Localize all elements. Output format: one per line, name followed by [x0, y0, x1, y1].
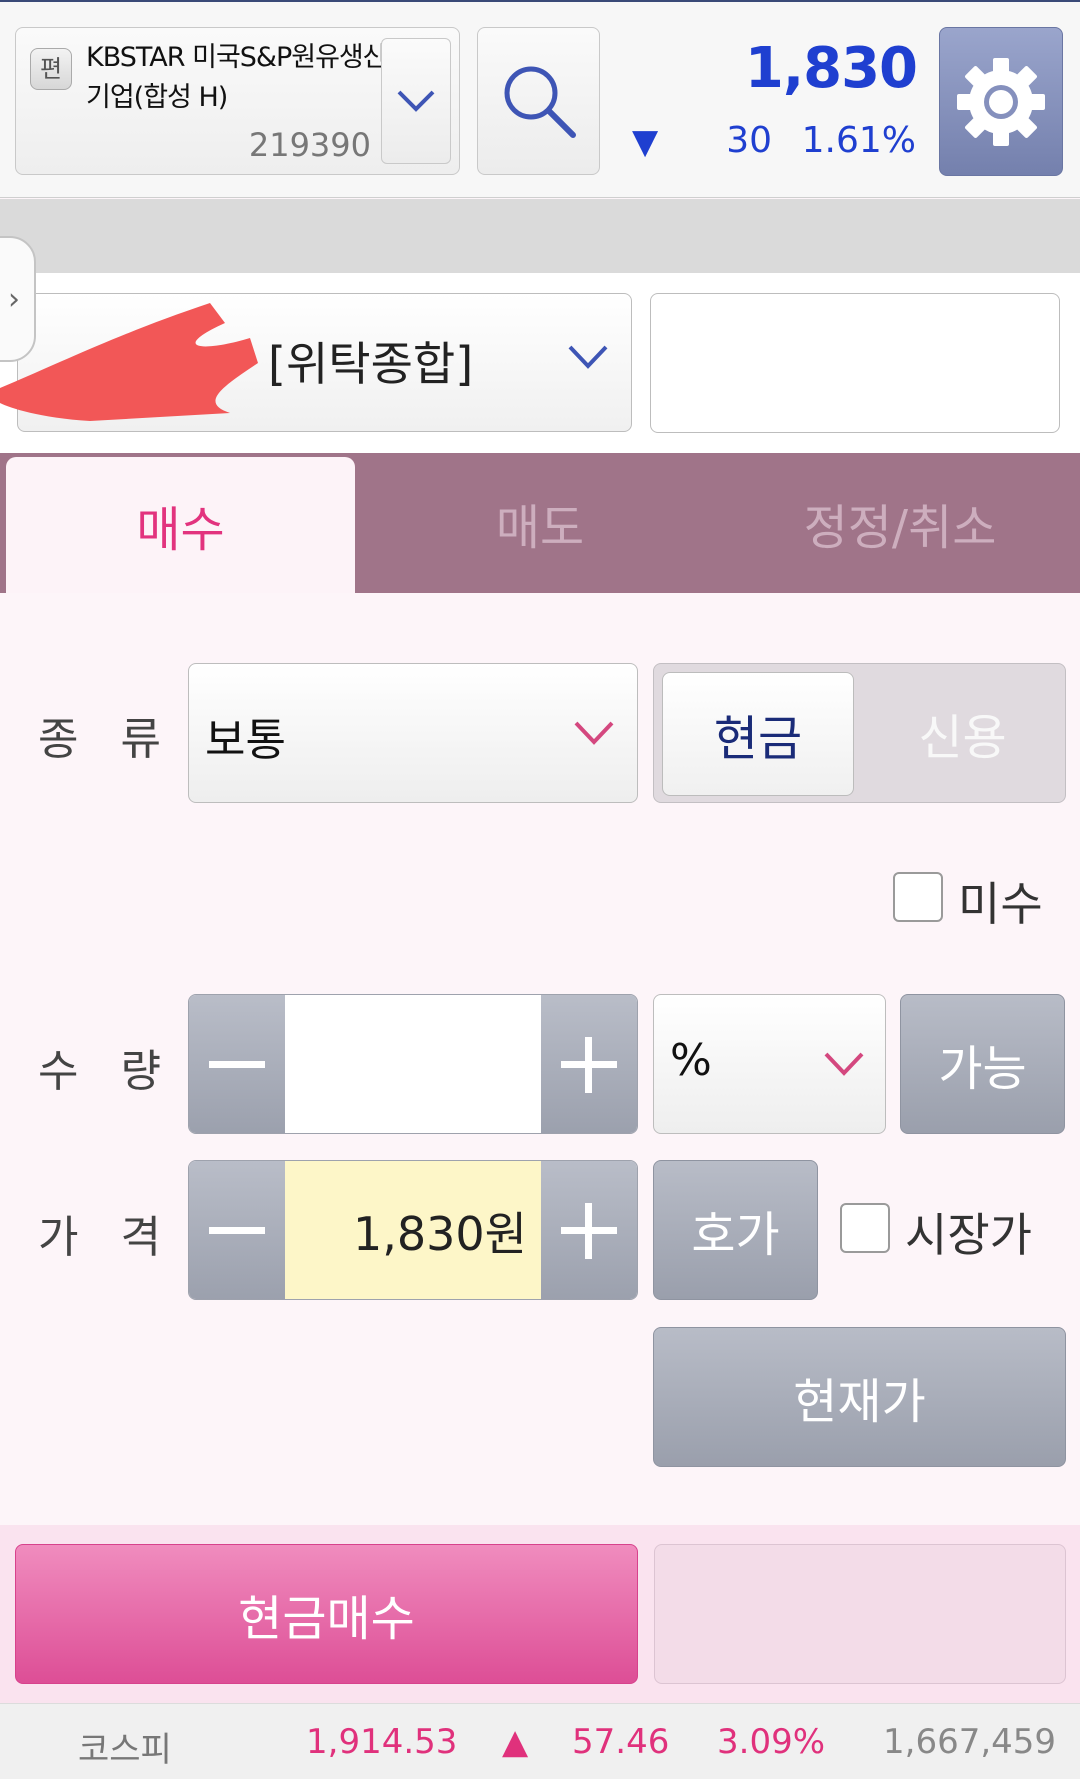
chevron-down-icon — [824, 1052, 864, 1076]
stock-code: 219390 — [248, 126, 371, 164]
tab-modify-cancel[interactable]: 정정/취소 — [720, 453, 1080, 593]
stock-dropdown-button[interactable] — [381, 38, 451, 164]
cash-option[interactable]: 현금 — [662, 672, 854, 796]
quantity-input[interactable] — [285, 995, 541, 1133]
spacer-band — [0, 199, 1080, 273]
current-price-button[interactable]: 현재가 — [653, 1327, 1066, 1467]
edit-badge[interactable]: 편 — [30, 48, 72, 90]
price-change-rate: 1.61% — [801, 120, 916, 161]
market-price-label: 시장가 — [905, 1208, 1032, 1262]
password-input[interactable] — [650, 293, 1060, 433]
stock-name: KBSTAR 미국S&P원유생산기업(합성 H) — [86, 42, 388, 113]
price-label: 가 격 — [38, 1212, 175, 1263]
chevron-down-icon — [574, 721, 614, 745]
side-panel-handle[interactable]: › — [0, 236, 36, 362]
price-down-arrow-icon: ▼ — [632, 122, 659, 162]
market-price-checkbox[interactable] — [840, 1203, 890, 1253]
price-minus-button[interactable] — [189, 1161, 285, 1299]
quantity-label: 수 량 — [38, 1046, 175, 1097]
cash-buy-button[interactable]: 현금매수 — [15, 1544, 638, 1684]
tab-buy[interactable]: 매수 — [6, 457, 355, 593]
chevron-right-icon: › — [8, 281, 20, 317]
minus-icon — [209, 1061, 265, 1068]
quantity-unit-select[interactable]: % — [653, 994, 886, 1134]
search-icon — [504, 66, 576, 138]
price-stepper: 1,830원 — [188, 1160, 638, 1300]
index-change: 57.46 — [572, 1722, 670, 1762]
kind-label: 종 류 — [38, 714, 175, 765]
hoga-button[interactable]: 호가 — [653, 1160, 818, 1300]
quantity-stepper — [188, 994, 638, 1134]
redaction-mark — [0, 303, 258, 421]
credit-option[interactable]: 신용 — [860, 664, 1065, 802]
index-rate: 3.09% — [717, 1722, 826, 1762]
quantity-unit-value: % — [670, 1035, 712, 1086]
order-kind-select[interactable]: 보통 — [188, 663, 638, 803]
stock-selector[interactable]: 편 KBSTAR 미국S&P원유생산기업(합성 H) 219390 — [15, 27, 460, 175]
market-index-bar[interactable]: 코스피 1,914.53 ▲ 57.46 3.09% 1,667,459 — [0, 1703, 1080, 1779]
order-kind-value: 보통 — [205, 715, 286, 766]
account-row: [위탁종합] — [0, 273, 1080, 453]
order-tabs: 매수 매도 정정/취소 — [0, 453, 1080, 593]
chevron-down-icon — [397, 90, 435, 112]
cash-credit-toggle: 현금 신용 — [653, 663, 1066, 803]
price-input[interactable]: 1,830원 — [285, 1161, 541, 1299]
stock-header: 편 KBSTAR 미국S&P원유생산기업(합성 H) 219390 1,830 … — [0, 0, 1080, 198]
gear-icon — [957, 57, 1045, 146]
chevron-down-icon — [568, 345, 608, 369]
index-volume: 1,667,459 — [883, 1722, 1057, 1762]
current-price: 1,830 — [744, 36, 918, 101]
index-value: 1,914.53 — [306, 1722, 458, 1762]
tab-sell[interactable]: 매도 — [360, 453, 720, 593]
minus-icon — [209, 1227, 265, 1234]
plus-icon — [561, 1203, 617, 1259]
misu-checkbox[interactable] — [893, 872, 943, 922]
index-name: 코스피 — [78, 1730, 172, 1770]
quantity-minus-button[interactable] — [189, 995, 285, 1133]
plus-icon — [561, 1037, 617, 1093]
quantity-plus-button[interactable] — [541, 995, 637, 1133]
search-button[interactable] — [477, 27, 600, 175]
index-up-arrow-icon: ▲ — [502, 1722, 529, 1762]
account-type-label: [위탁종합] — [268, 337, 474, 391]
action-bar: 현금매수 — [0, 1525, 1080, 1703]
settings-button[interactable] — [939, 27, 1063, 176]
price-change: 30 — [726, 120, 772, 161]
price-plus-button[interactable] — [541, 1161, 637, 1299]
misu-label: 미수 — [958, 877, 1043, 931]
possible-quantity-button[interactable]: 가능 — [900, 994, 1065, 1134]
blank-button[interactable] — [654, 1544, 1066, 1684]
